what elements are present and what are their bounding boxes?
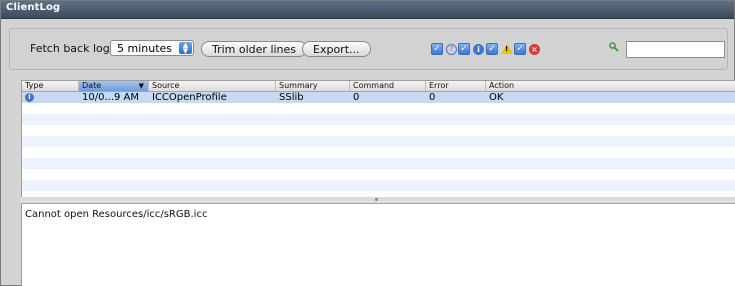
cell-date: 10/0...9 AM <box>82 92 140 103</box>
info-icon: i <box>25 93 34 102</box>
filter-info[interactable]: ✓ i <box>458 43 484 55</box>
table-body: i 10/0...9 AM ICCOpenProfile SSlib 0 0 O… <box>22 92 735 198</box>
fetch-back-log-label: Fetch back log: <box>30 42 114 55</box>
empty-row <box>22 136 735 147</box>
column-date-label: Date <box>82 81 102 90</box>
detail-message: Cannot open Resources/icc/sRGB.icc <box>25 209 208 220</box>
empty-row <box>22 147 735 158</box>
empty-row <box>22 169 735 180</box>
column-type[interactable]: Type <box>22 81 79 91</box>
empty-row <box>22 158 735 169</box>
stepper-arrows-icon: ▲ ▼ <box>179 42 192 55</box>
column-action[interactable]: Action <box>486 81 735 91</box>
column-source[interactable]: Source <box>149 81 276 91</box>
search-input[interactable] <box>626 41 725 58</box>
export-button[interactable]: Export... <box>302 41 371 57</box>
splitter-grip-icon <box>375 198 378 201</box>
empty-row <box>22 114 735 125</box>
fetch-back-log-value: 5 minutes <box>117 42 173 55</box>
error-icon: × <box>529 43 540 55</box>
filter-warning-checkbox[interactable]: ✓ <box>486 43 498 55</box>
filter-warning[interactable]: ✓ ! <box>486 43 513 55</box>
window-title: ClientLog <box>6 2 61 13</box>
filter-help-checkbox[interactable]: ✓ <box>431 43 443 55</box>
column-summary[interactable]: Summary <box>276 81 350 91</box>
help-icon: ? <box>446 43 457 55</box>
cell-command: 0 <box>353 92 360 103</box>
filter-help[interactable]: ✓ ? <box>431 43 457 55</box>
empty-row <box>22 103 735 114</box>
client-log-window: ClientLog Fetch back log: 5 minutes ▲ ▼ T… <box>0 0 735 286</box>
table-header: Type Date ▼ Source Summary Command Error… <box>22 81 735 92</box>
cell-summary: SSlib <box>279 92 304 103</box>
log-table: Type Date ▼ Source Summary Command Error… <box>21 80 735 199</box>
table-row[interactable]: i 10/0...9 AM ICCOpenProfile SSlib 0 0 O… <box>22 92 735 103</box>
cell-error: 0 <box>429 92 436 103</box>
empty-row <box>22 125 735 136</box>
column-date[interactable]: Date ▼ <box>79 81 149 91</box>
info-icon: i <box>473 43 484 55</box>
filter-info-checkbox[interactable]: ✓ <box>458 43 470 55</box>
detail-pane: Cannot open Resources/icc/sRGB.icc <box>21 204 735 286</box>
split-view-divider[interactable] <box>21 197 735 204</box>
column-error[interactable]: Error <box>426 81 486 91</box>
search-icon <box>609 42 619 52</box>
filter-error-checkbox[interactable]: ✓ <box>514 43 526 55</box>
trim-older-lines-button[interactable]: Trim older lines <box>201 41 308 57</box>
cell-action: OK <box>489 92 504 103</box>
sort-down-icon: ▼ <box>138 82 144 90</box>
column-command[interactable]: Command <box>350 81 426 91</box>
filter-error[interactable]: ✓ × <box>514 43 540 55</box>
empty-row <box>22 180 735 191</box>
cell-source: ICCOpenProfile <box>152 92 227 103</box>
toolbar: Fetch back log: 5 minutes ▲ ▼ Trim older … <box>9 28 728 70</box>
fetch-back-log-select[interactable]: 5 minutes ▲ ▼ <box>110 40 194 56</box>
title-bar[interactable]: ClientLog <box>1 1 734 19</box>
warning-icon: ! <box>501 44 513 54</box>
